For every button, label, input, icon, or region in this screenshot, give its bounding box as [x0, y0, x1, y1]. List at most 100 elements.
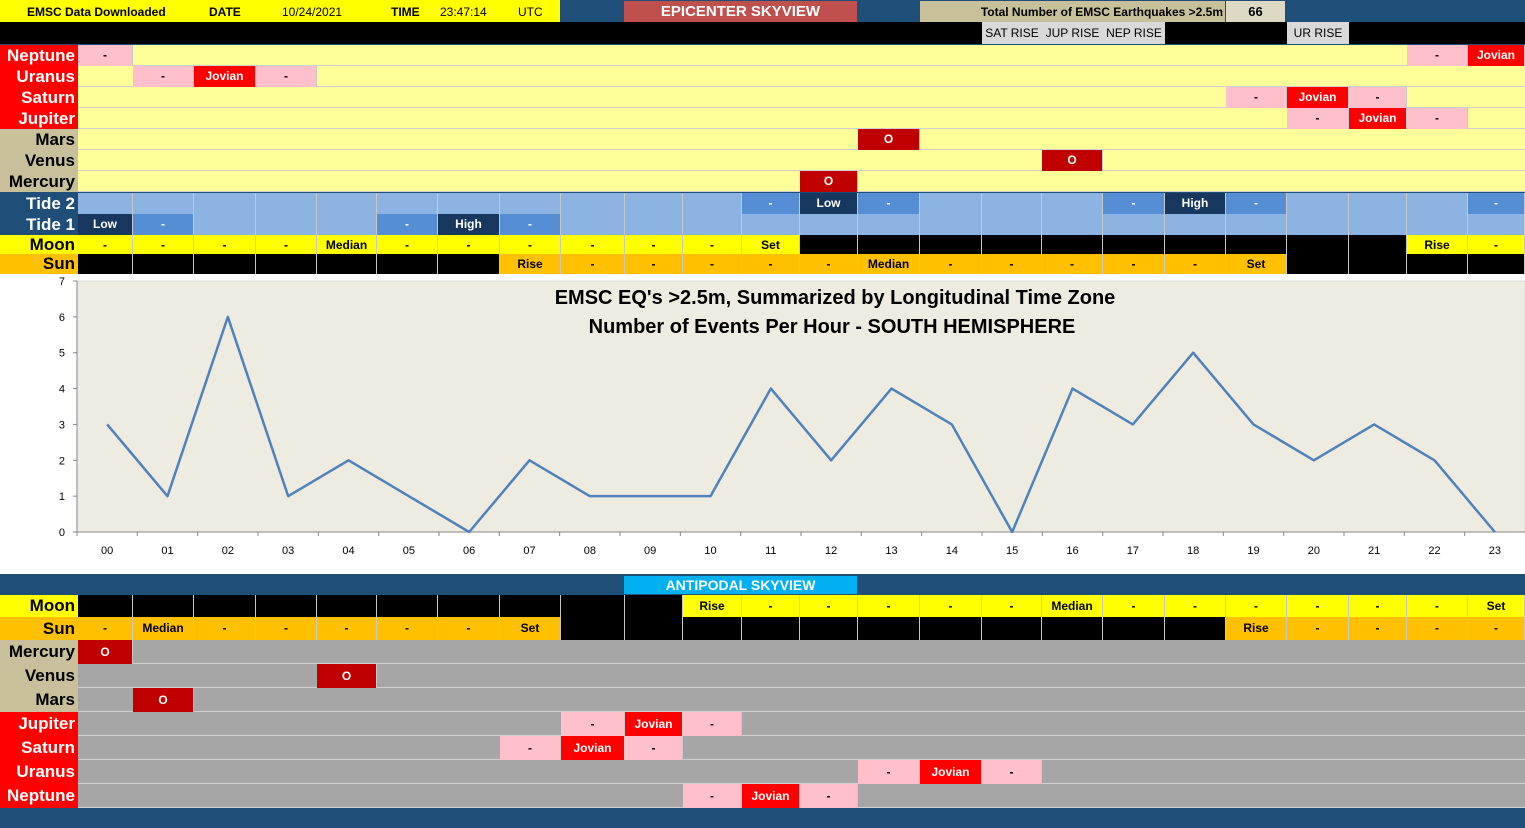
epi-tide2-cell: High	[1165, 193, 1226, 214]
anti-sun-cell: -	[1407, 617, 1468, 640]
anti-jupiter-cell: -	[561, 712, 625, 736]
x-tick-label: 11	[765, 545, 776, 557]
x-tick-label: 12	[825, 545, 837, 557]
epi-tide1-cell: -	[377, 214, 438, 235]
anti-sun-cell: Median	[133, 617, 194, 640]
epi-tide2-cell	[561, 193, 625, 214]
anti-sun-cell	[561, 617, 625, 640]
row-label-epi-jupiter: Jupiter	[0, 108, 78, 129]
epi-moon-cell	[1226, 235, 1287, 255]
anti-sun-cell	[1042, 617, 1103, 640]
downloaded-label: EMSC Data Downloaded	[27, 5, 166, 19]
row-label-anti-mercury: Mercury	[0, 640, 78, 664]
row-label-epi-venus: Venus	[0, 150, 78, 171]
epi-sun-cell: -	[742, 254, 800, 274]
epi-tide1-cell	[1468, 214, 1525, 235]
epi-sun-cell	[78, 254, 133, 274]
epi-tide2-cell	[500, 193, 561, 214]
epi-tide1-cell	[920, 214, 982, 235]
row-label-anti-sun: Sun	[0, 617, 78, 640]
time-label: TIME	[391, 5, 420, 19]
epi-sun-cell: Set	[1226, 254, 1287, 274]
epi-moon-cell	[1287, 235, 1349, 255]
y-tick-label: 7	[59, 276, 65, 288]
epi-band-mars	[78, 129, 1525, 150]
epi-tide1-cell	[858, 214, 920, 235]
epi-tide2-cell: -	[1103, 193, 1165, 214]
epi-neptune-cell: -	[78, 45, 133, 66]
epi-tide2-cell	[438, 193, 500, 214]
anti-moon-cell	[317, 595, 377, 617]
anti-moon-cell: -	[742, 595, 800, 617]
epi-sun-cell	[256, 254, 317, 274]
anti-moon-cell	[500, 595, 561, 617]
anti-sun-cell	[742, 617, 800, 640]
epi-tide2-cell	[194, 193, 256, 214]
x-tick-label: 09	[644, 545, 656, 557]
rise-label-uranus: UR RISE	[1287, 22, 1349, 44]
anti-mercury-cell: O	[78, 640, 133, 664]
anti-sun-cell: Rise	[1226, 617, 1287, 640]
epi-moon-cell: -	[256, 235, 317, 255]
epi-tide1-cell	[982, 214, 1042, 235]
epi-moon-cell: -	[194, 235, 256, 255]
anti-moon-cell: -	[1103, 595, 1165, 617]
y-tick-label: 4	[59, 384, 65, 396]
anti-sun-cell	[920, 617, 982, 640]
epi-tide2-cell	[78, 193, 133, 214]
x-tick-label: 04	[342, 545, 354, 557]
epi-saturn-cell: -	[1349, 87, 1407, 108]
events-per-hour-chart: 0123456700 01 02 03 04 05 06 07 08 09 10 11 12 13 14 15…	[59, 276, 1525, 557]
epi-moon-cell: -	[683, 235, 742, 255]
row-label-epi-moon: Moon	[0, 235, 78, 255]
epi-sun-cell: -	[625, 254, 683, 274]
epi-tide2-cell: Low	[800, 193, 858, 214]
epi-sun-cell: -	[920, 254, 982, 274]
epi-tide2-cell	[1407, 193, 1468, 214]
y-tick-label: 6	[59, 312, 65, 324]
epi-venus-cell: O	[1042, 150, 1103, 171]
epi-tide1-cell	[742, 214, 800, 235]
row-label-anti-uranus: Uranus	[0, 760, 78, 784]
epi-tide2-cell	[1349, 193, 1407, 214]
anti-neptune-cell: Jovian	[742, 784, 800, 808]
row-label-anti-neptune: Neptune	[0, 784, 78, 808]
anti-moon-cell: Set	[1468, 595, 1525, 617]
anti-moon-cell: -	[1165, 595, 1226, 617]
epi-tide2-cell	[317, 193, 377, 214]
total-value: 66	[1226, 1, 1285, 22]
row-label-anti-mars: Mars	[0, 688, 78, 712]
epi-tide1-cell	[1349, 214, 1407, 235]
x-tick-label: 19	[1247, 545, 1259, 557]
epi-tide1-cell	[1103, 214, 1165, 235]
x-tick-label: 14	[946, 545, 958, 557]
epi-moon-cell	[1042, 235, 1103, 255]
date-value: 10/24/2021	[282, 5, 343, 19]
anti-moon-cell: -	[1226, 595, 1287, 617]
epi-saturn-cell: -	[1226, 87, 1287, 108]
row-label-epi-tide2: Tide 2	[0, 193, 78, 214]
x-tick-label: 01	[161, 545, 173, 557]
epi-sun-cell: Rise	[500, 254, 561, 274]
epi-jupiter-cell: -	[1407, 108, 1468, 129]
epi-moon-cell	[982, 235, 1042, 255]
anti-sun-cell	[800, 617, 858, 640]
epi-tide2-cell	[1042, 193, 1103, 214]
anti-sun-cell: -	[78, 617, 133, 640]
y-tick-label: 0	[59, 527, 65, 539]
row-label-anti-jupiter: Jupiter	[0, 712, 78, 736]
anti-sun-cell: -	[377, 617, 438, 640]
x-tick-label: 07	[523, 545, 535, 557]
epi-uranus-cell: Jovian	[194, 66, 256, 87]
anti-sun-cell	[625, 617, 683, 640]
epi-tide1-cell	[1226, 214, 1287, 235]
anti-sun-cell: -	[256, 617, 317, 640]
epi-moon-cell	[920, 235, 982, 255]
epi-sun-cell: -	[982, 254, 1042, 274]
x-tick-label: 15	[1006, 545, 1018, 557]
antipodal-title: ANTIPODAL SKYVIEW	[624, 576, 857, 594]
time-value: 23:47:14	[440, 5, 487, 19]
anti-jupiter-cell: -	[683, 712, 742, 736]
y-tick-label: 2	[59, 455, 65, 467]
rise-label-saturn: SAT RISE	[982, 22, 1042, 44]
